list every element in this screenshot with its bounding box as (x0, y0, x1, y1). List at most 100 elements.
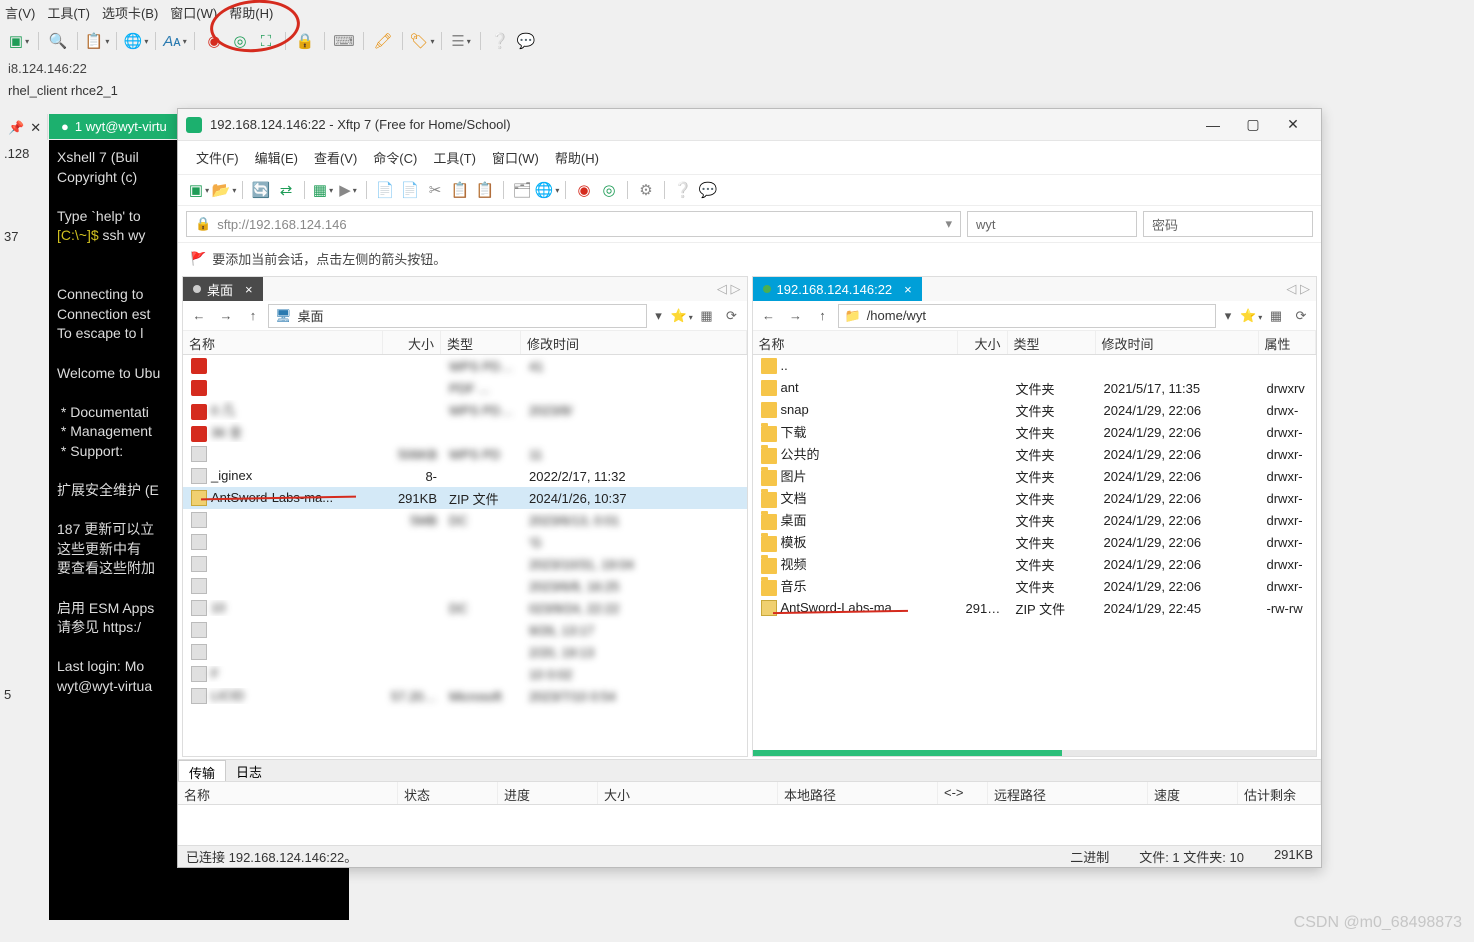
table-row[interactable]: F 10 0:02 (183, 663, 747, 685)
table-row[interactable]: 模板文件夹2024/1/29, 22:06drwxr- (753, 531, 1317, 553)
pin-close-icons[interactable]: 📌 ✕ (0, 114, 47, 142)
lock-icon[interactable]: 🔒 (294, 30, 316, 52)
xshell-tab-bar[interactable]: ●1 wyt@wyt-virtu (49, 114, 179, 139)
remote-tab[interactable]: 192.168.124.146:22× (753, 277, 922, 301)
bookmark-icon[interactable]: ⭐ (671, 308, 693, 324)
maximize-button[interactable]: ▢ (1233, 116, 1273, 133)
pane-nav-arrows[interactable]: ◁ ▷ (1280, 281, 1316, 297)
table-row[interactable]: LICID 57.20MPMicrosoft2023/7/10 0:54 (183, 685, 747, 707)
new-session-icon[interactable]: ▣ (8, 30, 30, 52)
search-icon[interactable]: 🔍 (47, 30, 69, 52)
table-row[interactable]: 2023/10/31, 19:04 (183, 553, 747, 575)
new-icon[interactable]: ▣ (188, 179, 210, 201)
table-row[interactable]: 公共的文件夹2024/1/29, 22:06drwxr- (753, 443, 1317, 465)
arrows-icon[interactable]: ⇄ (275, 179, 297, 201)
list-icon[interactable]: ☰ (450, 30, 472, 52)
path-dropdown-icon[interactable]: ▾ (650, 308, 668, 324)
bottom-tabs[interactable]: 传输 日志 (178, 759, 1321, 781)
remote-file-list[interactable]: ..ant文件夹2021/5/17, 11:35drwxrvsnap文件夹202… (753, 355, 1317, 750)
table-row[interactable]: 36 全 (183, 421, 747, 443)
cut-icon[interactable]: ✂ (424, 179, 446, 201)
chat2-icon[interactable]: 💬 (697, 179, 719, 201)
close-icon[interactable]: × (245, 282, 253, 297)
close-icon[interactable]: ✕ (30, 120, 41, 136)
local-file-list[interactable]: WPS PDF ...41 PDF ... 0 几 WPS PDF ...202… (183, 355, 747, 756)
table-row[interactable]: 文档文件夹2024/1/29, 22:06drwxr- (753, 487, 1317, 509)
globe2-icon[interactable]: 🌐 (536, 179, 558, 201)
xshell-menubar[interactable]: 言(V)工具(T) 选项卡(B)窗口(W) 帮助(H) (0, 0, 1474, 25)
sync-icon[interactable]: 🔄 (250, 179, 272, 201)
table-row[interactable]: PDF ... (183, 377, 747, 399)
transfer-body[interactable] (178, 805, 1321, 845)
password-input[interactable]: 密码 (1143, 211, 1313, 237)
refresh-icon[interactable]: ⟳ (1290, 308, 1312, 324)
table-row[interactable]: 桌面文件夹2024/1/29, 22:06drwxr- (753, 509, 1317, 531)
chat-icon[interactable]: 💬 (515, 30, 537, 52)
user-input[interactable]: wyt (967, 211, 1137, 237)
paste-icon[interactable]: 📋 (474, 179, 496, 201)
up-button[interactable]: ↑ (241, 304, 265, 328)
minimize-button[interactable]: — (1193, 117, 1233, 133)
titlebar[interactable]: 192.168.124.146:22 - Xftp 7 (Free for Ho… (178, 109, 1321, 141)
pin-icon[interactable]: 📌 (8, 120, 24, 136)
table-row[interactable]: 音乐文件夹2024/1/29, 22:06drwxr- (753, 575, 1317, 597)
props-icon[interactable]: 🗂 (511, 179, 533, 201)
pane-nav-arrows[interactable]: ◁ ▷ (711, 281, 747, 297)
dual-circle-icon[interactable]: ◎ (229, 30, 251, 52)
doc2-icon[interactable]: 📄 (399, 179, 421, 201)
table-row[interactable]: 506KBWPS PD11 (183, 443, 747, 465)
xshell-address-bar[interactable]: i8.124.146:22 (0, 57, 1474, 80)
help2-icon[interactable]: ❔ (672, 179, 694, 201)
log-tab[interactable]: 日志 (226, 760, 272, 781)
bookmark-icon[interactable]: ⭐ (1240, 308, 1262, 324)
table-row[interactable]: 下载文件夹2024/1/29, 22:06drwxr- (753, 421, 1317, 443)
window-mode-icon[interactable]: ▦ (696, 308, 718, 324)
session-tab[interactable]: ●1 wyt@wyt-virtu (49, 114, 179, 139)
swirl-icon[interactable]: ◉ (203, 30, 225, 52)
swirl2-icon[interactable]: ◉ (573, 179, 595, 201)
xftp-toolbar[interactable]: ▣ 📂 🔄 ⇄ ▦ ▶ 📄 📄 ✂ 📋 📋 🗂 🌐 ◉ ◎ ⚙ ❔ 💬 (178, 175, 1321, 206)
back-button[interactable]: ← (187, 304, 211, 328)
remote-path-input[interactable]: 📁/home/wyt (838, 304, 1217, 328)
path-dropdown-icon[interactable]: ▾ (1219, 308, 1237, 324)
table-row[interactable]: AntSword-Labs-ma...291KBZIP 文件2024/1/29,… (753, 597, 1317, 619)
back-button[interactable]: ← (757, 304, 781, 328)
table-row[interactable]: 'G (183, 531, 747, 553)
table-row[interactable]: WPS PDF ...41 (183, 355, 747, 377)
window-mode-icon[interactable]: ▦ (1265, 308, 1287, 324)
table-row[interactable]: 视频文件夹2024/1/29, 22:06drwxr- (753, 553, 1317, 575)
refresh-icon[interactable]: ⟳ (721, 308, 743, 324)
transfer-tab[interactable]: 传输 (178, 760, 226, 781)
copy-icon[interactable]: 📋 (86, 30, 108, 52)
address-input[interactable]: 🔒 sftp://192.168.124.146 ▾ (186, 211, 961, 237)
highlighter-icon[interactable]: 🖍 (372, 30, 394, 52)
table-row[interactable]: 2/20, 19:13 (183, 641, 747, 663)
table-row[interactable]: 9/26, 13:17 (183, 619, 747, 641)
open-icon[interactable]: 📂 (213, 179, 235, 201)
transfer-down-icon[interactable]: ▦ (312, 179, 334, 201)
add-tag-icon[interactable]: 🏷 (411, 30, 433, 52)
table-row[interactable]: 5MBDC2023/6/13, 0:01 (183, 509, 747, 531)
keyboard-icon[interactable]: ⌨ (333, 30, 355, 52)
play-icon[interactable]: ▶ (337, 179, 359, 201)
local-tab[interactable]: 桌面× (183, 277, 263, 301)
table-row[interactable]: 10 DC023/9/24, 22:22 (183, 597, 747, 619)
local-path-input[interactable]: 🖥桌面 (268, 304, 647, 328)
table-row[interactable]: 图片文件夹2024/1/29, 22:06drwxr- (753, 465, 1317, 487)
table-row[interactable]: 0 几 WPS PDF ...2023/8/ (183, 399, 747, 421)
table-row[interactable]: snap文件夹2024/1/29, 22:06drwx- (753, 399, 1317, 421)
copy-icon[interactable]: 📋 (449, 179, 471, 201)
expand-icon[interactable]: ⛶ (255, 30, 277, 52)
close-button[interactable]: ✕ (1273, 116, 1313, 133)
table-row[interactable]: 2023/6/8, 16:25 (183, 575, 747, 597)
dual2-icon[interactable]: ◎ (598, 179, 620, 201)
gear-icon[interactable]: ⚙ (635, 179, 657, 201)
font-color-icon[interactable]: Aᴀ (164, 30, 186, 52)
doc-icon[interactable]: 📄 (374, 179, 396, 201)
globe-icon[interactable]: 🌐 (125, 30, 147, 52)
table-row[interactable]: AntSword-Labs-ma...291KBZIP 文件2024/1/26,… (183, 487, 747, 509)
transfer-header[interactable]: 名称 状态 进度 大小 本地路径 <-> 远程路径 速度 估计剩余 (178, 781, 1321, 805)
help-icon[interactable]: ❔ (489, 30, 511, 52)
close-icon[interactable]: × (904, 282, 912, 297)
table-row[interactable]: .. (753, 355, 1317, 377)
